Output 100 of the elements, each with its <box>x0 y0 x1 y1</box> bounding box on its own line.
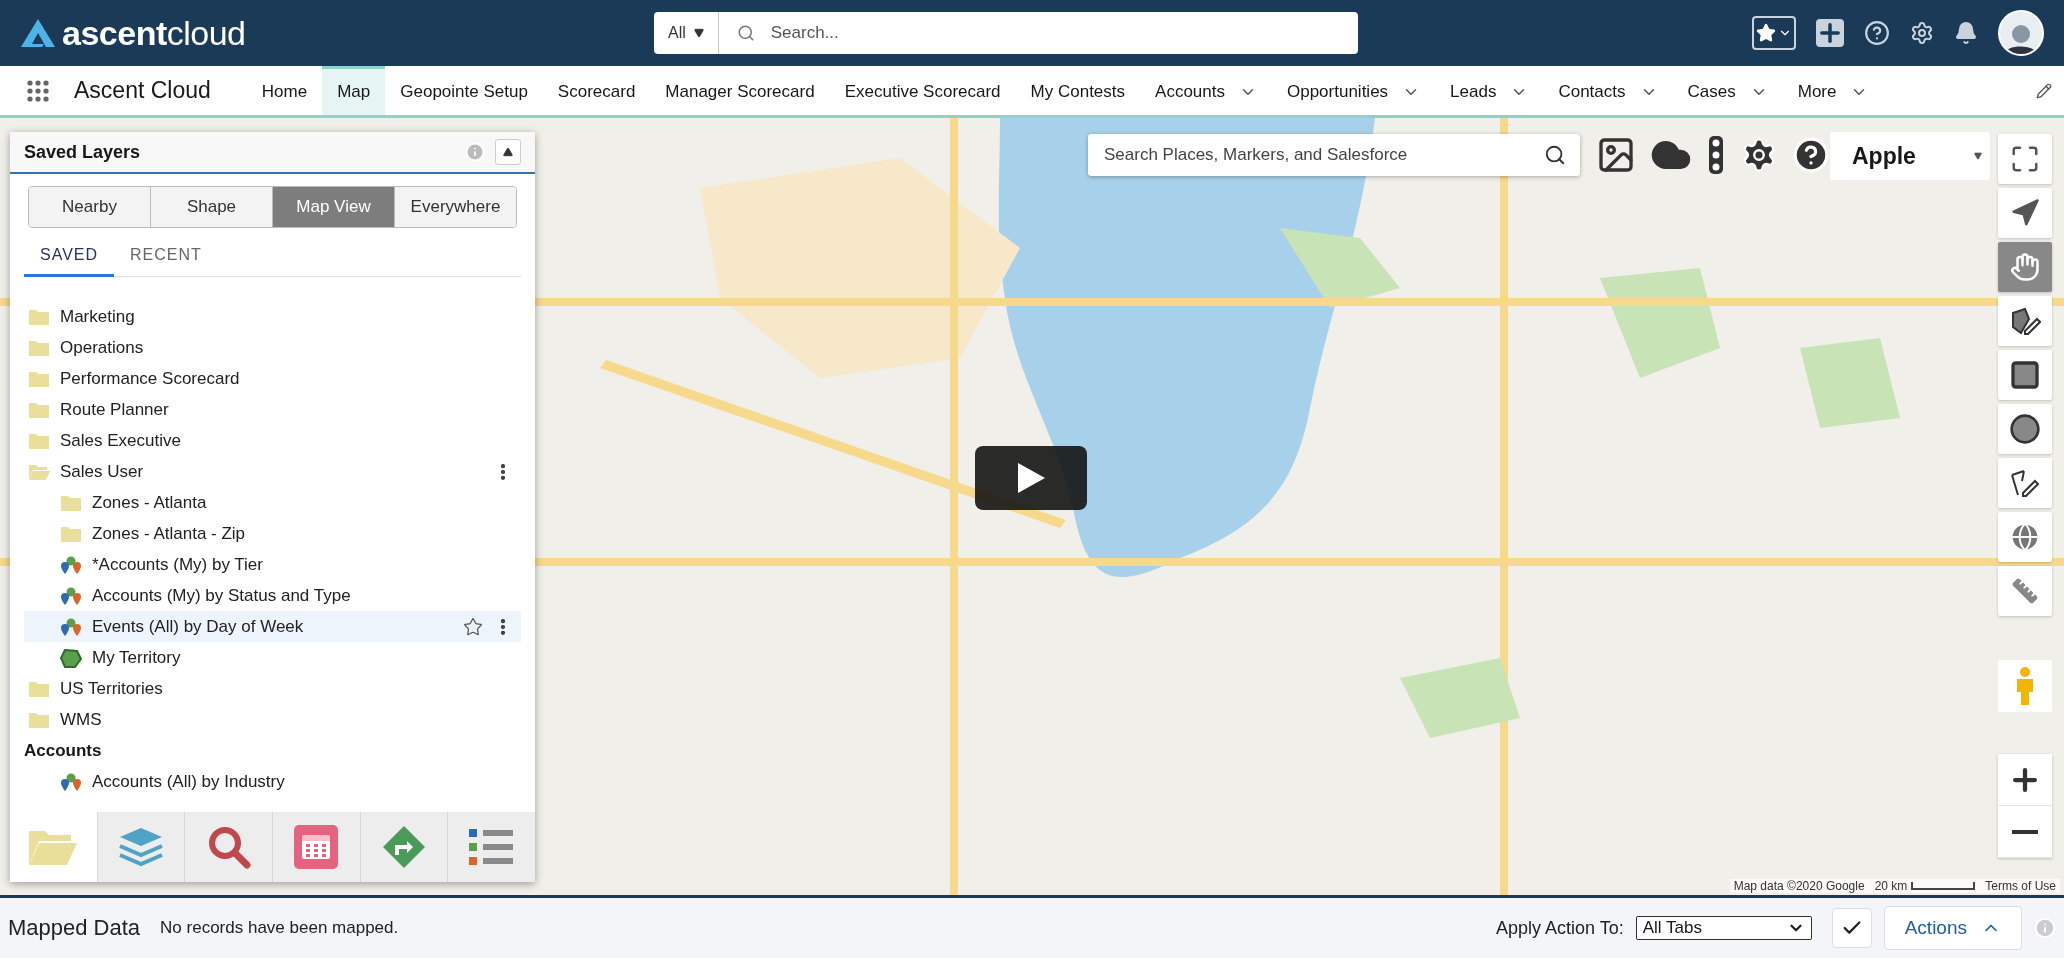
dock-button[interactable] <box>447 812 536 882</box>
add-icon[interactable] <box>1816 19 1844 47</box>
zoom-in-button[interactable] <box>1998 754 2052 806</box>
caret-icon <box>1974 152 1982 160</box>
map-tool-button[interactable] <box>1998 404 2052 454</box>
open-folder-icon <box>28 462 50 481</box>
line-pencil-icon <box>2009 467 2041 499</box>
nav-tab[interactable]: Scorecard <box>542 66 651 115</box>
tree-item[interactable]: Operations <box>24 332 521 363</box>
image-icon[interactable] <box>1596 135 1636 175</box>
nav-tab[interactable]: Cases <box>1672 66 1783 115</box>
nav-tab[interactable]: Opportunities <box>1272 66 1436 115</box>
caret-icon <box>693 28 704 38</box>
nav-tab[interactable]: Contacts <box>1543 66 1673 115</box>
basemap-dropdown[interactable]: Apple <box>1830 132 1990 180</box>
avatar[interactable] <box>1998 10 2044 56</box>
tree-item[interactable]: Performance Scorecard <box>24 363 521 394</box>
tree-item-label: US Territories <box>60 678 163 699</box>
favorite-star-icon[interactable] <box>463 616 483 637</box>
tree-item[interactable]: Marketing <box>24 301 521 332</box>
minus-icon <box>2012 829 2038 834</box>
navigation-arrow-icon <box>2010 198 2040 228</box>
help-icon[interactable] <box>1864 20 1890 46</box>
nav-tab[interactable]: Map <box>322 66 386 115</box>
segment-button[interactable]: Everywhere <box>394 187 516 227</box>
global-search-field[interactable]: All Search... <box>654 12 1358 54</box>
tab[interactable]: SAVED <box>24 240 115 277</box>
circle-icon <box>2009 413 2041 445</box>
route-icon <box>382 825 426 869</box>
nav-tab[interactable]: More <box>1782 66 1884 115</box>
nav-tab[interactable]: Leads <box>1435 66 1544 115</box>
tree-item[interactable]: Sales User <box>24 456 521 487</box>
rectangle-icon <box>2009 359 2041 391</box>
nav-tab[interactable]: Home <box>246 66 323 115</box>
tree-item[interactable]: Zones - Atlanta - Zip <box>24 518 521 549</box>
pins-icon <box>60 771 82 792</box>
ruler-icon <box>2009 575 2041 607</box>
tree-item-label: *Accounts (My) by Tier <box>92 554 263 575</box>
tree-item-label: Sales User <box>60 461 144 482</box>
tree-item[interactable]: Accounts (My) by Status and Type <box>24 580 521 611</box>
folder-icon <box>28 369 50 388</box>
tab[interactable]: RECENT <box>114 240 218 277</box>
tree-item-label: Accounts (My) by Status and Type <box>92 585 351 606</box>
apply-action-select[interactable]: All Tabs <box>1635 916 1812 940</box>
collapse-button[interactable] <box>495 139 521 165</box>
fullscreen-icon <box>2010 144 2040 174</box>
tree-item[interactable]: Events (All) by Day of Week <box>24 611 521 642</box>
terms-link[interactable]: Terms of Use <box>1985 879 2056 893</box>
map-tool-button[interactable] <box>1998 134 2052 184</box>
map-tool-button[interactable] <box>1998 188 2052 238</box>
apply-action-label: Apply Action To: <box>1495 917 1624 939</box>
play-button[interactable] <box>975 446 1087 510</box>
map-tool-button[interactable] <box>1998 350 2052 400</box>
folder-icon <box>28 710 50 729</box>
nav-tab[interactable]: Executive Scorecard <box>829 66 1016 115</box>
favorites-button[interactable] <box>1752 16 1796 50</box>
dock-button[interactable] <box>359 812 448 882</box>
map-tool-button[interactable] <box>1998 296 2052 346</box>
tree-item[interactable]: Zones - Atlanta <box>24 487 521 518</box>
caret-icon <box>503 147 513 157</box>
segment-button[interactable]: Shape <box>150 187 272 227</box>
status-message: No records have been mapped. <box>160 918 399 938</box>
segment-button[interactable]: Map View <box>272 187 394 227</box>
footer-title: Mapped Data <box>8 915 141 941</box>
map-search-field[interactable]: Search Places, Markers, and Salesforce <box>1088 134 1580 176</box>
nav-tab[interactable]: Accounts <box>1140 66 1272 115</box>
zoom-out-button[interactable] <box>1998 806 2052 858</box>
tree-item[interactable]: Accounts (All) by Industry <box>24 766 521 797</box>
play-icon <box>1016 462 1046 494</box>
calendar-icon <box>294 825 339 869</box>
nav-tab[interactable]: My Contests <box>1015 66 1141 115</box>
nav-tab[interactable]: Manager Scorecard <box>650 66 830 115</box>
tree-item-label: Zones - Atlanta - Zip <box>92 523 246 544</box>
search-icon <box>736 24 755 42</box>
traffic-light-icon[interactable] <box>1706 135 1726 175</box>
pins-icon <box>60 554 82 575</box>
dock-button[interactable] <box>272 812 360 882</box>
edit-icon[interactable] <box>2036 82 2052 99</box>
confirm-button[interactable] <box>1831 908 1872 948</box>
notifications-icon[interactable] <box>1954 21 1978 45</box>
tree-item[interactable]: *Accounts (My) by Tier <box>24 549 521 580</box>
actions-button[interactable]: Actions <box>1883 906 2022 950</box>
tree-item[interactable]: Route Planner <box>24 394 521 425</box>
pins-icon <box>60 616 82 637</box>
tree-item-label: Sales Executive <box>60 430 181 451</box>
nav-tab[interactable]: Geopointe Setup <box>385 66 543 115</box>
map-tool-button[interactable] <box>1998 458 2052 508</box>
tree-item[interactable]: Sales Executive <box>24 425 521 456</box>
tree-item-label: Marketing <box>60 306 135 327</box>
settings-icon[interactable] <box>1910 21 1934 45</box>
segment-button[interactable]: Nearby <box>29 187 150 227</box>
tree-item[interactable]: WMS <box>24 704 521 735</box>
search-scope-dropdown[interactable]: All <box>654 12 719 54</box>
dock-button[interactable] <box>184 812 272 882</box>
folder-icon <box>60 493 82 512</box>
tree-item[interactable]: My Territory <box>24 642 521 673</box>
tree-item[interactable]: US Territories <box>24 673 521 704</box>
tree-item-label: My Territory <box>92 647 181 668</box>
app-launcher-icon[interactable] <box>26 78 50 103</box>
folder-icon <box>28 400 50 419</box>
